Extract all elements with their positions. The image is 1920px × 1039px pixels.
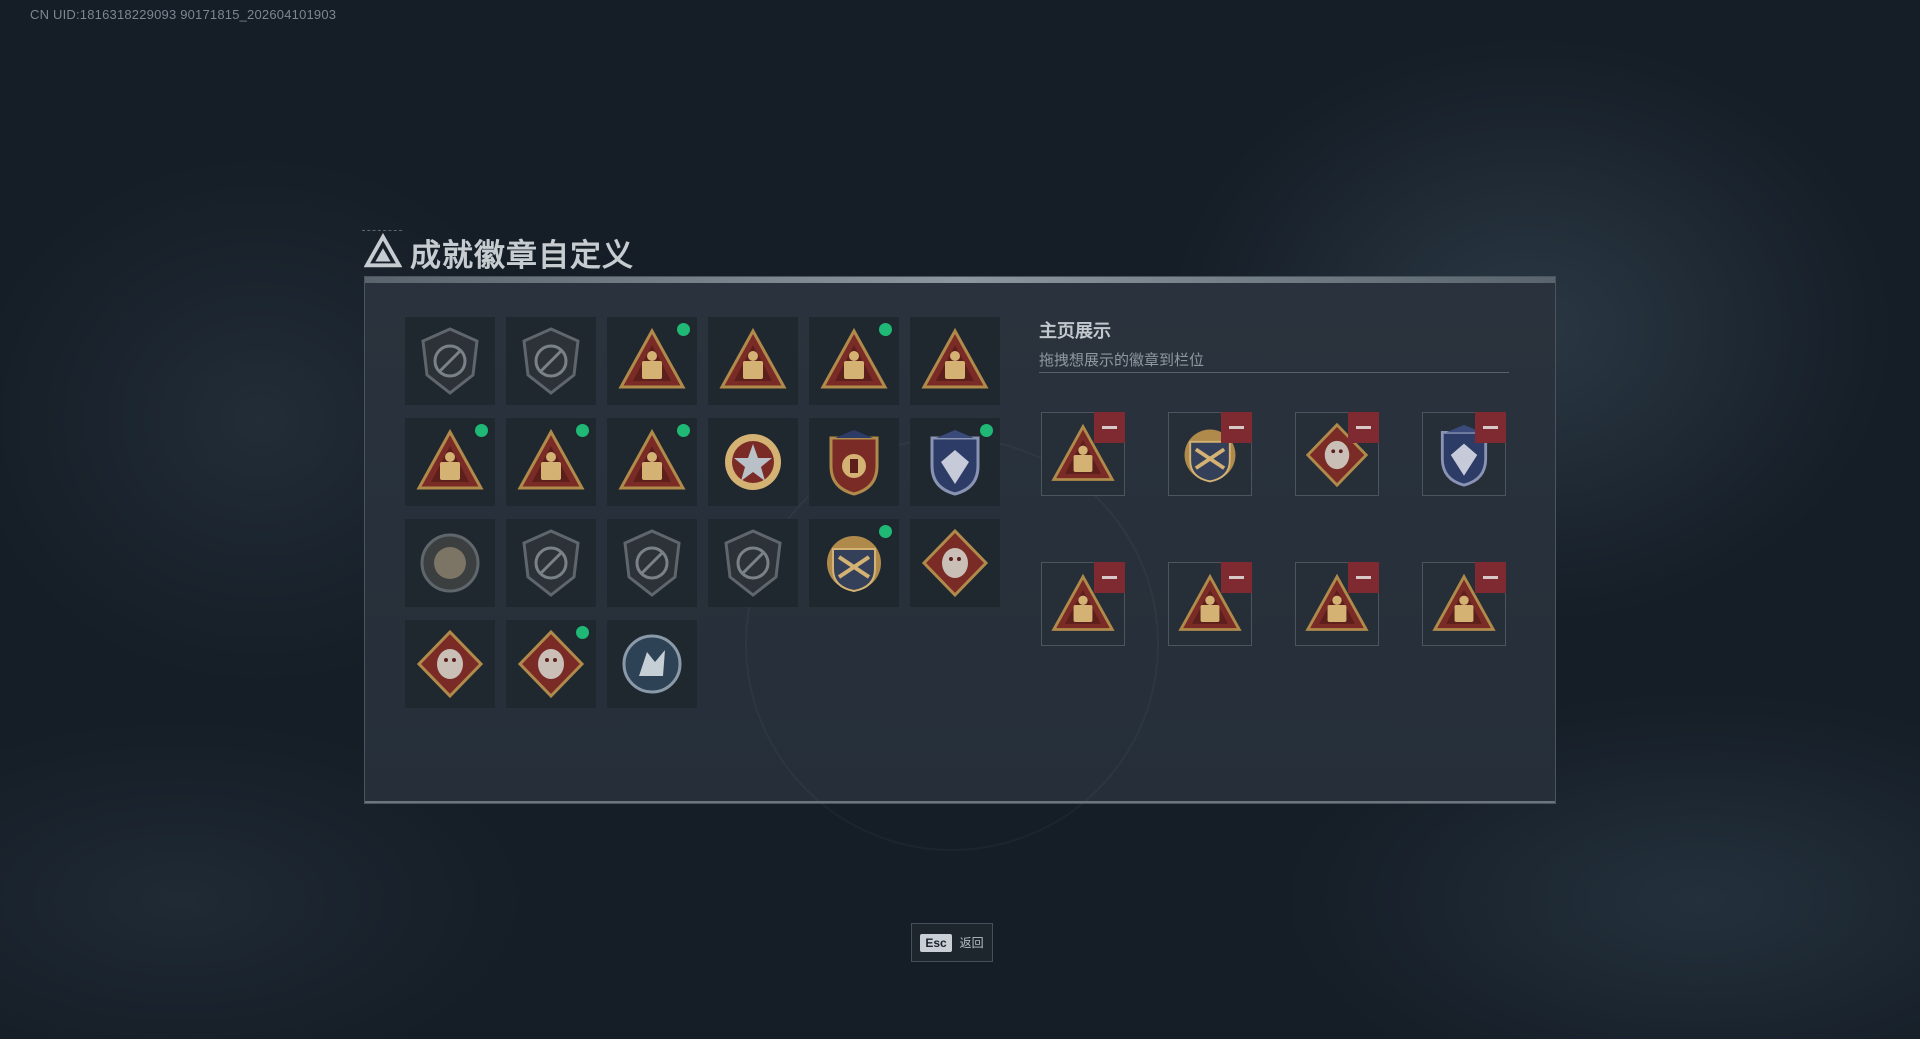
badge-cell[interactable]: [708, 317, 798, 405]
remove-icon[interactable]: [1221, 412, 1252, 443]
new-indicator-dot: [576, 424, 589, 437]
homepage-display: 主页展示 拖拽想展示的徽章到栏位: [1039, 317, 1509, 646]
badge-cell[interactable]: [405, 620, 495, 708]
badge-cell[interactable]: [506, 519, 596, 607]
esc-key-icon: Esc: [920, 933, 952, 952]
badge-cell[interactable]: [910, 317, 1000, 405]
badge-cell[interactable]: [405, 519, 495, 607]
panel-bottom-border: [365, 801, 1555, 803]
badge-cell[interactable]: [708, 418, 798, 506]
new-indicator-dot: [879, 525, 892, 538]
badge-cell[interactable]: [506, 317, 596, 405]
badge-cell[interactable]: [910, 519, 1000, 607]
badge-cell[interactable]: [506, 418, 596, 506]
triangle-logo-icon: [364, 233, 402, 268]
badge-cell[interactable]: [506, 620, 596, 708]
display-subtitle: 拖拽想展示的徽章到栏位: [1039, 352, 1205, 369]
display-slot[interactable]: [1168, 562, 1252, 646]
back-label: 返回: [959, 936, 984, 950]
badge-cell[interactable]: [607, 317, 697, 405]
uid-label: CN UID:1816318229093 90171815_2026041019…: [30, 7, 337, 22]
badge-panel: 主页展示 拖拽想展示的徽章到栏位: [364, 276, 1556, 851]
new-indicator-dot: [677, 323, 690, 336]
badge-cell[interactable]: [607, 418, 697, 506]
badge-cell[interactable]: [405, 418, 495, 506]
remove-icon[interactable]: [1475, 412, 1506, 443]
panel-top-border: [365, 277, 1555, 283]
new-indicator-dot: [677, 424, 690, 437]
display-divider: [1039, 372, 1509, 373]
page-title: 成就徽章自定义: [410, 237, 634, 273]
badge-cell[interactable]: [708, 519, 798, 607]
display-slot[interactable]: [1295, 412, 1379, 496]
new-indicator-dot: [879, 323, 892, 336]
display-slot[interactable]: [1422, 412, 1506, 496]
remove-icon[interactable]: [1094, 412, 1125, 443]
remove-icon[interactable]: [1348, 412, 1379, 443]
badge-cell[interactable]: [809, 317, 899, 405]
badge-cell[interactable]: [607, 620, 697, 708]
display-slot[interactable]: [1168, 412, 1252, 496]
badge-cell[interactable]: [809, 418, 899, 506]
badge-cell[interactable]: [910, 418, 1000, 506]
display-slot[interactable]: [1041, 412, 1125, 496]
remove-icon[interactable]: [1475, 562, 1506, 593]
remove-icon[interactable]: [1094, 562, 1125, 593]
page-header: 成就徽章自定义: [364, 230, 634, 274]
remove-icon[interactable]: [1221, 562, 1252, 593]
new-indicator-dot: [576, 626, 589, 639]
display-slot[interactable]: [1422, 562, 1506, 646]
badge-cell[interactable]: [607, 519, 697, 607]
new-indicator-dot: [475, 424, 488, 437]
display-slot[interactable]: [1041, 562, 1125, 646]
badge-cell[interactable]: [405, 317, 495, 405]
display-slot[interactable]: [1295, 562, 1379, 646]
display-title: 主页展示: [1039, 321, 1111, 341]
badge-cell[interactable]: [809, 519, 899, 607]
remove-icon[interactable]: [1348, 562, 1379, 593]
back-button[interactable]: Esc 返回: [911, 923, 993, 962]
new-indicator-dot: [980, 424, 993, 437]
